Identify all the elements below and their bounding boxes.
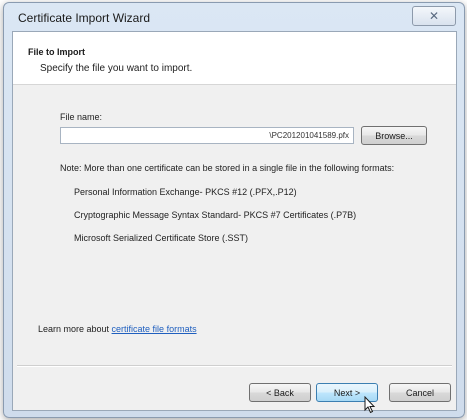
browse-button[interactable]: Browse... (361, 126, 427, 145)
note-text: Note: More than one certificate can be s… (60, 163, 395, 173)
cancel-button[interactable]: Cancel (389, 383, 451, 402)
page-title: File to Import (28, 47, 85, 57)
close-icon: ✕ (428, 9, 440, 23)
format-item-p7b: Cryptographic Message Syntax Standard- P… (74, 210, 357, 220)
title-bar[interactable]: Certificate Import Wizard ✕ (4, 3, 464, 31)
footer-separator (17, 365, 452, 367)
learn-more-prefix: Learn more about (38, 324, 112, 334)
file-name-label: File name: (60, 112, 103, 122)
back-button[interactable]: < Back (249, 383, 311, 402)
mouse-cursor-icon (364, 396, 376, 414)
format-item-sst: Microsoft Serialized Certificate Store (… (74, 233, 249, 243)
learn-more-text: Learn more about certificate file format… (38, 324, 197, 334)
format-item-pfx: Personal Information Exchange- PKCS #12 … (74, 187, 297, 197)
file-name-field[interactable]: \PC201201041589.pfx (60, 127, 354, 144)
wizard-body: File to Import Specify the file you want… (12, 31, 457, 411)
close-button[interactable]: ✕ (412, 6, 456, 26)
certificate-file-formats-link[interactable]: certificate file formats (112, 324, 197, 334)
wizard-header: File to Import Specify the file you want… (13, 32, 456, 85)
certificate-import-wizard-window: Certificate Import Wizard ✕ File to Impo… (3, 2, 465, 418)
page-subtitle: Specify the file you want to import. (40, 63, 193, 74)
window-title: Certificate Import Wizard (18, 11, 151, 25)
